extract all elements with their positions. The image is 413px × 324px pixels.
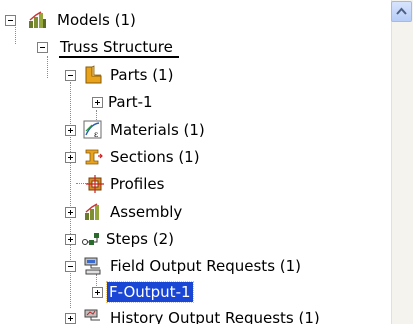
expand-toggle[interactable] (92, 287, 103, 298)
assembly-icon (85, 203, 99, 220)
tree-label[interactable]: Field Output Requests (1) (108, 256, 303, 276)
collapse-toggle[interactable] (37, 42, 48, 53)
tree-label-selected[interactable]: F-Output-1 (106, 281, 194, 303)
tree-label[interactable]: Assembly (108, 202, 184, 222)
tree-node-part-1[interactable]: Part-1 (0, 91, 300, 113)
scroll-up-button[interactable] (391, 1, 412, 22)
tree-node-steps[interactable]: Steps (2) (0, 228, 300, 250)
tree-node-history-output-requests[interactable]: History Output Requests (1) (0, 307, 360, 324)
expand-toggle[interactable] (65, 152, 76, 163)
tree-label[interactable]: Sections (1) (108, 147, 202, 167)
expand-toggle[interactable] (65, 207, 76, 218)
tree-node-sections[interactable]: Sections (1) (0, 146, 300, 168)
field-output-icon (84, 257, 101, 275)
tree-node-parts[interactable]: Parts (1) (0, 64, 300, 86)
history-output-icon (84, 309, 100, 321)
expand-toggle[interactable] (65, 125, 76, 136)
collapse-toggle[interactable] (65, 261, 76, 272)
parts-icon (85, 65, 102, 84)
vertical-scrollbar[interactable] (391, 0, 413, 324)
materials-icon: ε (83, 120, 102, 139)
steps-icon (82, 233, 99, 245)
collapse-toggle[interactable] (65, 70, 76, 81)
collapse-toggle[interactable] (5, 15, 16, 26)
tree-node-field-output-requests[interactable]: Field Output Requests (1) (0, 255, 340, 277)
svg-text:ε: ε (94, 130, 98, 139)
expand-toggle[interactable] (65, 313, 76, 324)
tree-label[interactable]: Part-1 (106, 92, 155, 112)
expand-toggle[interactable] (65, 234, 76, 245)
current-model-underline (59, 56, 179, 58)
tree-node-models[interactable]: Models (1) (0, 9, 300, 31)
tree-label[interactable]: Profiles (108, 174, 166, 194)
chevron-up-icon (396, 7, 407, 15)
tree-label[interactable]: Parts (1) (108, 65, 175, 85)
tree-label[interactable]: Models (1) (55, 10, 138, 30)
model-tree: Models (1) Truss Structure Parts (1) Par… (0, 0, 392, 324)
tree-label[interactable]: Truss Structure (58, 37, 175, 57)
tree-node-f-output-1[interactable]: F-Output-1 (0, 281, 300, 303)
tree-label[interactable]: Materials (1) (108, 120, 207, 140)
tree-node-materials[interactable]: ε Materials (1) (0, 119, 300, 141)
tree-label[interactable]: Steps (2) (104, 229, 176, 249)
tree-label[interactable]: History Output Requests (1) (108, 308, 322, 324)
expand-toggle[interactable] (92, 97, 103, 108)
tree-node-assembly[interactable]: Assembly (0, 201, 300, 223)
tree-node-model[interactable]: Truss Structure (0, 36, 300, 58)
sections-icon (85, 149, 103, 165)
models-icon (29, 11, 46, 28)
tree-node-profiles[interactable]: Profiles (0, 173, 300, 195)
profiles-icon (86, 175, 104, 193)
